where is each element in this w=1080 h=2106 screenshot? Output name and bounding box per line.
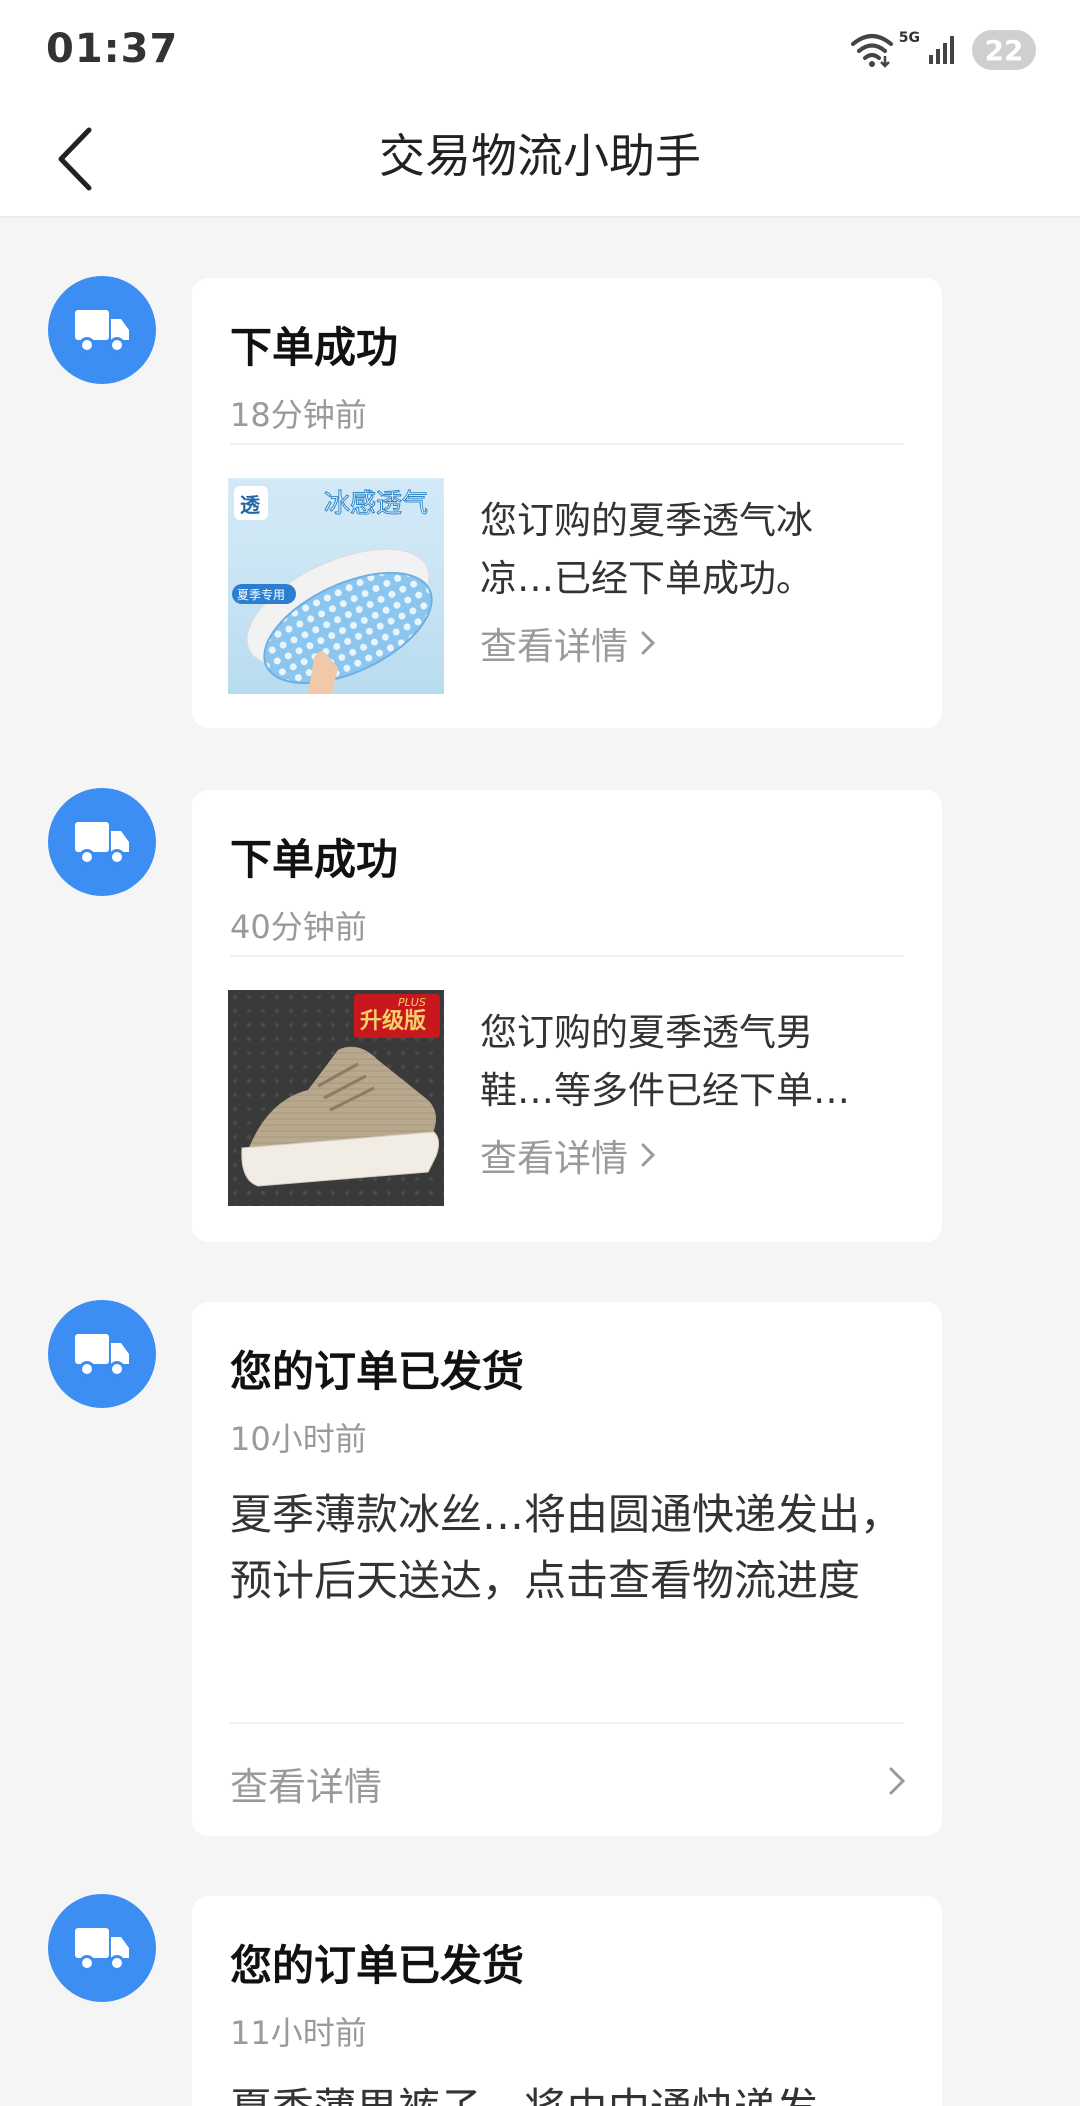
signal-icon [928, 35, 958, 65]
divider [230, 955, 904, 957]
assistant-avatar [48, 788, 156, 896]
message-description: 您订购的夏季透气冰凉…已经下单成功。 [480, 499, 813, 600]
message-card[interactable]: 您的订单已发货 10小时前 夏季薄款冰丝…将由圆通快递发出，预计后天送达，点击查… [192, 1302, 942, 1836]
product-thumbnail[interactable]: 升级版 PLUS [228, 990, 444, 1206]
chevron-right-icon [889, 1767, 906, 1795]
assistant-avatar [48, 276, 156, 384]
message-card[interactable]: 下单成功 18分钟前 冰感透气 透 夏季专用 您订购的夏季透气冰凉…已经下单成功… [192, 278, 942, 728]
nav-bar: 交易物流小助手 [0, 100, 1080, 218]
divider [230, 443, 904, 445]
battery-indicator: 22 [972, 30, 1036, 70]
message-feed[interactable]: 下单成功 18分钟前 冰感透气 透 夏季专用 您订购的夏季透气冰凉…已经下单成功… [0, 218, 1080, 2106]
view-details-label: 查看详情 [480, 1137, 628, 1180]
status-bar: 01:37 5G 22 [0, 0, 1080, 100]
divider [230, 1722, 904, 1724]
message-card[interactable]: 您的订单已发货 11小时前 夏季薄男裤子…将由中通快递发 [192, 1896, 942, 2106]
message-title: 您的订单已发货 [230, 1347, 525, 1396]
truck-icon [75, 310, 129, 353]
assistant-avatar [48, 1894, 156, 2002]
product-thumbnail[interactable]: 冰感透气 透 夏季专用 [228, 478, 444, 694]
message-time: 40分钟前 [230, 908, 367, 946]
assistant-avatar [48, 1300, 156, 1408]
message-title: 下单成功 [230, 323, 399, 372]
truck-icon [75, 1928, 129, 1971]
page-title: 交易物流小助手 [379, 129, 701, 183]
message-time: 18分钟前 [230, 396, 367, 434]
thumbnail-tag: 夏季专用 [237, 587, 285, 602]
view-details-link[interactable]: 查看详情 [480, 1128, 656, 1182]
chevron-right-icon [641, 631, 656, 655]
thumbnail-badge: 升级版 [360, 1008, 426, 1034]
network-type: 5G [898, 30, 920, 46]
view-details-link[interactable]: 查看详情 [230, 1756, 382, 1811]
thumbnail-badge: 透 [240, 493, 261, 517]
message-card[interactable]: 下单成功 40分钟前 升级版 PLUS 您订购的夏季透气男鞋…等多件已经下单… … [192, 790, 942, 1242]
truck-icon [75, 1334, 129, 1377]
view-details-link[interactable]: 查看详情 [480, 616, 656, 670]
message-time: 10小时前 [230, 1420, 367, 1458]
message-description: 夏季薄款冰丝…将由圆通快递发出，预计后天送达，点击查看物流进度 [230, 1490, 903, 1605]
wifi-icon [849, 32, 895, 68]
thumbnail-caption: 冰感透气 [324, 489, 428, 519]
view-details-label: 查看详情 [480, 625, 628, 668]
message-time: 11小时前 [230, 2014, 367, 2052]
message-description: 夏季薄男裤子…将由中通快递发 [230, 2076, 818, 2106]
status-icons: 5G 22 [849, 26, 1036, 74]
message-title: 您的订单已发货 [230, 1941, 525, 1990]
thumbnail-tag: PLUS [398, 996, 426, 1009]
message-title: 下单成功 [230, 835, 399, 884]
chevron-right-icon [641, 1143, 656, 1167]
message-description: 您订购的夏季透气男鞋…等多件已经下单… [480, 1011, 850, 1112]
truck-icon [75, 822, 129, 865]
status-time: 01:37 [46, 26, 179, 72]
